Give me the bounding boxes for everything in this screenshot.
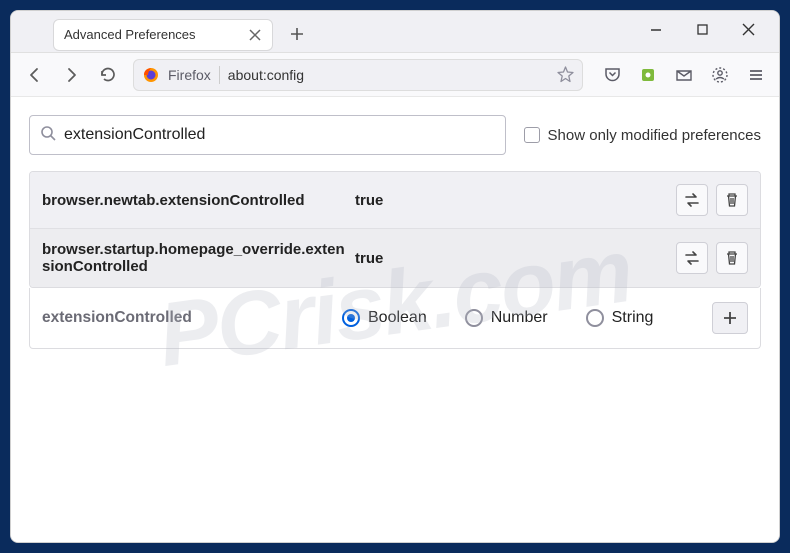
radio-label: Number: [491, 309, 548, 327]
add-pref-name: extensionControlled: [42, 309, 332, 327]
toolbar-icons: [597, 60, 771, 90]
mail-icon[interactable]: [669, 60, 699, 90]
pref-row: browser.newtab.extensionControlled true: [30, 172, 760, 229]
radio-icon: [342, 309, 360, 327]
about-config-content: Show only modified preferences browser.n…: [11, 97, 779, 542]
account-icon[interactable]: [705, 60, 735, 90]
identity-label: Firefox: [168, 67, 211, 83]
search-icon: [40, 125, 56, 146]
firefox-icon: [142, 66, 160, 84]
show-modified-checkbox-label[interactable]: Show only modified preferences: [524, 127, 761, 144]
add-pref-button[interactable]: [712, 302, 748, 334]
search-row: Show only modified preferences: [29, 115, 761, 155]
url-text: about:config: [228, 67, 549, 83]
radio-label: Boolean: [368, 309, 427, 327]
type-string-radio[interactable]: String: [586, 309, 654, 327]
back-button[interactable]: [19, 59, 51, 91]
type-boolean-radio[interactable]: Boolean: [342, 309, 427, 327]
navigation-toolbar: Firefox about:config: [11, 53, 779, 97]
radio-icon: [586, 309, 604, 327]
type-radio-group: Boolean Number String: [342, 309, 702, 327]
tab-title: Advanced Preferences: [64, 27, 240, 42]
add-pref-row: extensionControlled Boolean Number Strin…: [29, 288, 761, 349]
delete-pref-button[interactable]: [716, 184, 748, 216]
delete-pref-button[interactable]: [716, 242, 748, 274]
pref-name: browser.newtab.extensionControlled: [42, 192, 347, 209]
extension-icon[interactable]: [633, 60, 663, 90]
pref-value: true: [355, 250, 668, 267]
browser-window: Advanced Preferences: [10, 10, 780, 543]
urlbar-divider: [219, 66, 220, 84]
new-tab-button[interactable]: [283, 20, 311, 48]
type-number-radio[interactable]: Number: [465, 309, 548, 327]
pocket-icon[interactable]: [597, 60, 627, 90]
titlebar: Advanced Preferences: [11, 11, 779, 53]
maximize-button[interactable]: [679, 10, 725, 50]
pref-value: true: [355, 192, 668, 209]
show-modified-text: Show only modified preferences: [548, 127, 761, 144]
pref-name: browser.startup.homepage_override.extens…: [42, 241, 347, 275]
minimize-button[interactable]: [633, 10, 679, 50]
close-window-button[interactable]: [725, 10, 771, 50]
preferences-table: browser.newtab.extensionControlled true …: [29, 171, 761, 288]
radio-label: String: [612, 309, 654, 327]
window-controls: [633, 14, 771, 50]
radio-icon: [465, 309, 483, 327]
show-modified-checkbox[interactable]: [524, 127, 540, 143]
url-bar[interactable]: Firefox about:config: [133, 59, 583, 91]
search-input[interactable]: [64, 126, 495, 144]
menu-button[interactable]: [741, 60, 771, 90]
reload-button[interactable]: [91, 59, 123, 91]
browser-tab[interactable]: Advanced Preferences: [53, 19, 273, 51]
toggle-pref-button[interactable]: [676, 242, 708, 274]
toggle-pref-button[interactable]: [676, 184, 708, 216]
forward-button[interactable]: [55, 59, 87, 91]
pref-row: browser.startup.homepage_override.extens…: [30, 229, 760, 287]
bookmark-star-icon[interactable]: [557, 66, 574, 83]
close-tab-icon[interactable]: [248, 29, 262, 41]
config-search-box[interactable]: [29, 115, 506, 155]
